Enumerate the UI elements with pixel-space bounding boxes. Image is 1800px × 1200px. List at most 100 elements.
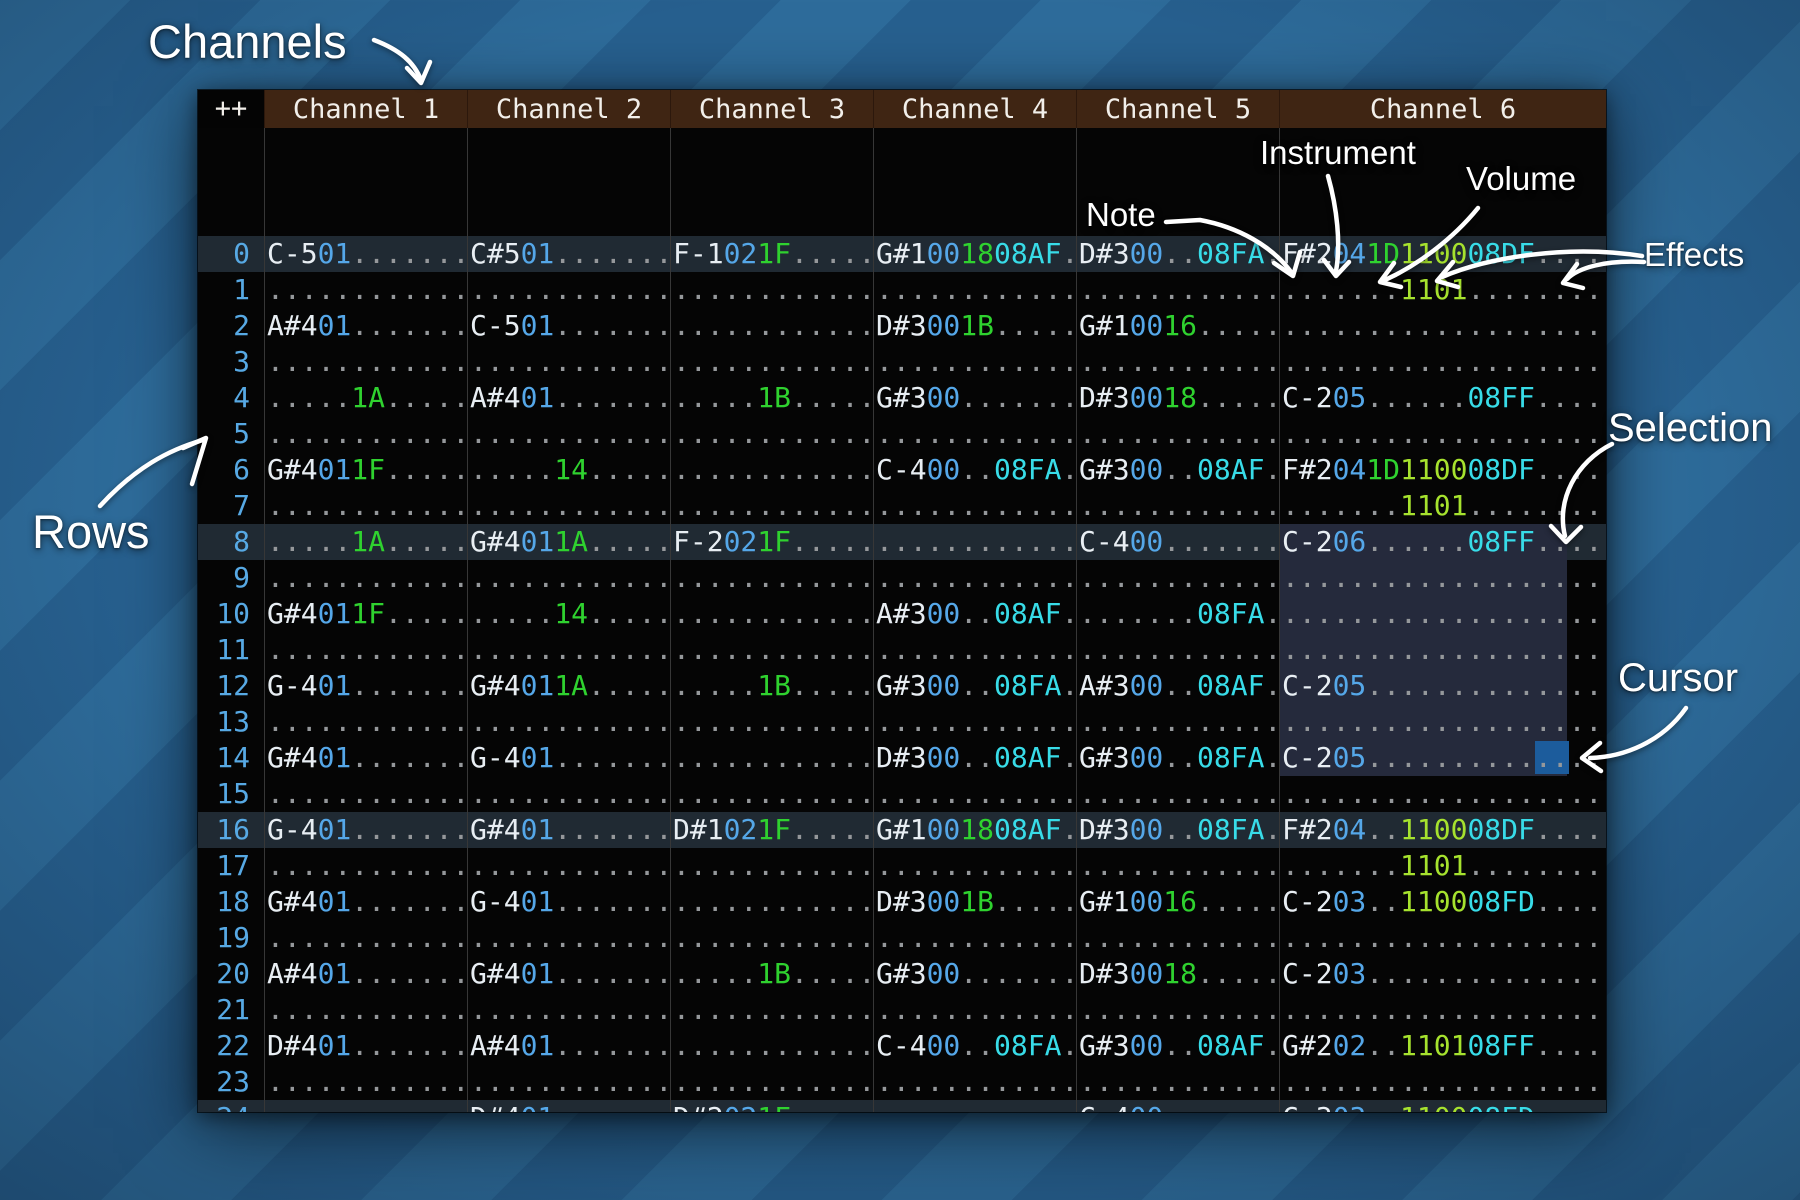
channel-header-6[interactable]: Channel 6 bbox=[1279, 90, 1606, 128]
pattern-cell[interactable] bbox=[264, 128, 467, 164]
pattern-cell[interactable]: A#401....... bbox=[264, 956, 467, 992]
pattern-cell[interactable]: C-400....... bbox=[1076, 524, 1279, 560]
pattern-cell[interactable]: D#30018..... bbox=[1076, 380, 1279, 416]
pattern-cell[interactable]: .....14..... bbox=[467, 596, 670, 632]
pattern-cell[interactable]: ................... bbox=[1279, 920, 1606, 956]
pattern-cell[interactable]: D#30018..... bbox=[1076, 956, 1279, 992]
pattern-cell[interactable]: ............ bbox=[264, 992, 467, 1028]
pattern-cell[interactable]: ............ bbox=[467, 776, 670, 812]
pattern-cell[interactable]: ............ bbox=[467, 848, 670, 884]
pattern-cell[interactable]: ............ bbox=[1076, 1064, 1279, 1100]
pattern-cell[interactable]: C-400..08FA. bbox=[873, 1028, 1076, 1064]
pattern-cell[interactable]: G-401....... bbox=[467, 740, 670, 776]
pattern-cell[interactable]: G#300..08AF. bbox=[1076, 1028, 1279, 1064]
pattern-cell[interactable]: ............ bbox=[670, 452, 873, 488]
pattern-cell[interactable]: ............ bbox=[873, 488, 1076, 524]
pattern-cell[interactable]: ............ bbox=[873, 272, 1076, 308]
pattern-cell[interactable]: C-203..110008FD.... bbox=[1279, 884, 1606, 920]
pattern-cell[interactable]: ............ bbox=[1076, 920, 1279, 956]
pattern-cell[interactable]: G#1001808AF. bbox=[873, 236, 1076, 272]
pattern-cell[interactable]: .....1A..... bbox=[264, 524, 467, 560]
pattern-cell[interactable] bbox=[670, 200, 873, 236]
pattern-cell[interactable]: ............ bbox=[873, 1100, 1076, 1112]
pattern-cell[interactable]: C-303..110008FD.... bbox=[1279, 1100, 1606, 1112]
pattern-cell[interactable]: ............ bbox=[264, 1100, 467, 1112]
pattern-cell[interactable]: .....1B..... bbox=[670, 956, 873, 992]
pattern-cell[interactable]: G#300..08FA. bbox=[873, 668, 1076, 704]
pattern-cell[interactable]: ............ bbox=[670, 416, 873, 452]
pattern-cell[interactable]: D#300..08FA. bbox=[1076, 812, 1279, 848]
pattern-cell[interactable] bbox=[1279, 200, 1606, 236]
pattern-cell[interactable] bbox=[467, 128, 670, 164]
pattern-cell[interactable]: ............ bbox=[873, 776, 1076, 812]
pattern-cell[interactable]: .....1B..... bbox=[670, 380, 873, 416]
pattern-cell[interactable]: ............ bbox=[873, 416, 1076, 452]
pattern-cell[interactable]: C#501....... bbox=[467, 236, 670, 272]
pattern-cell[interactable]: ............ bbox=[670, 272, 873, 308]
pattern-cell[interactable]: ................... bbox=[1279, 1064, 1606, 1100]
pattern-cell[interactable]: ............ bbox=[1076, 776, 1279, 812]
pattern-cell[interactable]: ................... bbox=[1279, 704, 1606, 740]
pattern-cell[interactable]: ............ bbox=[264, 416, 467, 452]
pattern-cell[interactable]: ............ bbox=[264, 1064, 467, 1100]
pattern-cell[interactable]: A#401....... bbox=[467, 380, 670, 416]
pattern-cell[interactable]: A#401....... bbox=[264, 308, 467, 344]
pattern-cell[interactable]: G#401....... bbox=[467, 812, 670, 848]
channel-header-5[interactable]: Channel 5 bbox=[1076, 90, 1279, 128]
pattern-cell[interactable]: ............ bbox=[467, 560, 670, 596]
pattern-cell[interactable]: G#401....... bbox=[467, 956, 670, 992]
pattern-cell[interactable]: ............ bbox=[670, 704, 873, 740]
pattern-cell[interactable]: ................... bbox=[1279, 344, 1606, 380]
pattern-cell[interactable]: ............ bbox=[467, 344, 670, 380]
pattern-cell[interactable]: ............ bbox=[1076, 848, 1279, 884]
pattern-cell[interactable]: ............ bbox=[1076, 272, 1279, 308]
pattern-cell[interactable]: A#401....... bbox=[467, 1028, 670, 1064]
pattern-cell[interactable]: ............ bbox=[1076, 704, 1279, 740]
pattern-cell[interactable]: ............ bbox=[670, 1064, 873, 1100]
pattern-cell[interactable]: ............ bbox=[670, 308, 873, 344]
pattern-cell[interactable] bbox=[873, 200, 1076, 236]
pattern-cell[interactable] bbox=[670, 128, 873, 164]
pattern-cell[interactable]: ............ bbox=[873, 992, 1076, 1028]
pattern-cell[interactable]: G#300..08AF. bbox=[1076, 452, 1279, 488]
pattern-cell[interactable] bbox=[467, 200, 670, 236]
pattern-cell[interactable]: C-400....... bbox=[1076, 1100, 1279, 1112]
pattern-cell[interactable]: ............ bbox=[1076, 416, 1279, 452]
pattern-cell[interactable]: D#300..08FA. bbox=[1076, 236, 1279, 272]
pattern-cell[interactable]: F-2021F..... bbox=[670, 524, 873, 560]
pattern-cell[interactable]: ............ bbox=[873, 344, 1076, 380]
pattern-cell[interactable]: ............ bbox=[873, 1064, 1076, 1100]
pattern-cell[interactable]: ................... bbox=[1279, 560, 1606, 596]
pattern-cell[interactable]: A#300..08AF. bbox=[873, 596, 1076, 632]
pattern-cell[interactable]: ............ bbox=[467, 632, 670, 668]
pattern-cell[interactable] bbox=[873, 164, 1076, 200]
pattern-cell[interactable]: C-205.............. bbox=[1279, 668, 1606, 704]
pattern-cell[interactable]: F#204..110008DF.... bbox=[1279, 812, 1606, 848]
pattern-cell[interactable]: G#300....... bbox=[873, 380, 1076, 416]
pattern-cell[interactable]: F-1021F..... bbox=[670, 236, 873, 272]
channel-header-2[interactable]: Channel 2 bbox=[467, 90, 670, 128]
pattern-cell[interactable]: ............ bbox=[467, 992, 670, 1028]
pattern-cell[interactable] bbox=[264, 164, 467, 200]
pattern-cell[interactable]: ............ bbox=[670, 848, 873, 884]
pattern-cell[interactable]: G-401....... bbox=[467, 884, 670, 920]
pattern-cell[interactable]: ................... bbox=[1279, 992, 1606, 1028]
pattern-cell[interactable]: ............ bbox=[1076, 560, 1279, 596]
pattern-cell[interactable]: D#401....... bbox=[264, 1028, 467, 1064]
pattern-cell[interactable] bbox=[670, 164, 873, 200]
pattern-cell[interactable]: ................... bbox=[1279, 416, 1606, 452]
pattern-cell[interactable]: D#401....... bbox=[467, 1100, 670, 1112]
pattern-cell[interactable] bbox=[467, 164, 670, 200]
pattern-cell[interactable]: G#4011F..... bbox=[264, 596, 467, 632]
pattern-cell[interactable]: ............ bbox=[264, 488, 467, 524]
pattern-cell[interactable]: G-401....... bbox=[264, 812, 467, 848]
pattern-cell[interactable]: ............ bbox=[670, 992, 873, 1028]
pattern-cell[interactable]: ............ bbox=[670, 632, 873, 668]
channel-header-4[interactable]: Channel 4 bbox=[873, 90, 1076, 128]
pattern-cell[interactable]: .......1101........ bbox=[1279, 488, 1606, 524]
pattern-cell[interactable]: D#3001B..... bbox=[873, 884, 1076, 920]
pattern-corner-cell[interactable]: ++ bbox=[198, 90, 264, 128]
pattern-cell[interactable]: A#300..08AF. bbox=[1076, 668, 1279, 704]
pattern-cell[interactable]: ............ bbox=[264, 632, 467, 668]
pattern-cell[interactable]: G#1001808AF. bbox=[873, 812, 1076, 848]
